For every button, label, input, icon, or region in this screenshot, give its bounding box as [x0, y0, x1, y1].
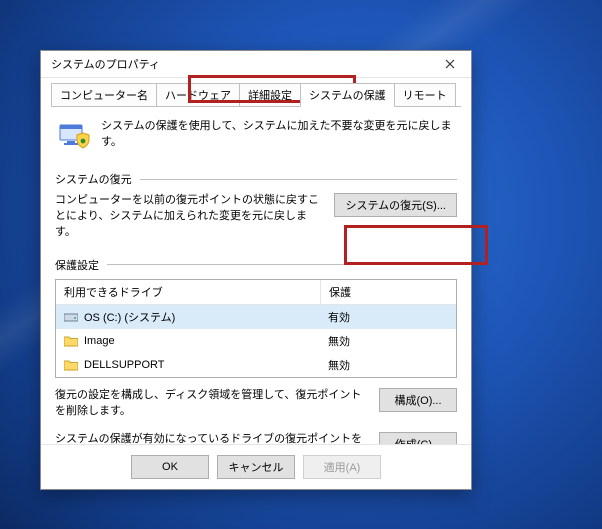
drive-status: 有効	[320, 307, 488, 327]
disk-icon	[64, 311, 78, 323]
dialog-buttons: OK キャンセル 適用(A)	[41, 444, 471, 489]
tab-advanced[interactable]: 詳細設定	[239, 83, 301, 107]
drive-status: 無効	[320, 331, 488, 351]
restore-heading: システムの復元	[55, 171, 132, 187]
protection-heading: 保護設定	[55, 257, 99, 273]
tab-computer-name[interactable]: コンピューター名	[51, 83, 157, 107]
apply-button: 適用(A)	[303, 455, 381, 479]
drive-name: Image	[84, 335, 115, 347]
system-restore-button[interactable]: システムの復元(S)...	[334, 193, 457, 217]
col-drive: 利用できるドライブ	[56, 280, 321, 304]
col-protection: 保護	[321, 280, 489, 304]
close-icon	[445, 59, 455, 69]
intro-row: システムの保護を使用して、システムに加えた不要な変更を元に戻します。	[55, 115, 457, 167]
tab-remote[interactable]: リモート	[394, 83, 456, 107]
list-row[interactable]: DELLSUPPORT 無効	[56, 353, 456, 377]
drive-status: 無効	[320, 355, 488, 375]
drives-listbox[interactable]: 利用できるドライブ 保護 OS (C:) (システム) 有効	[55, 279, 457, 378]
tab-hardware[interactable]: ハードウェア	[156, 83, 240, 107]
cancel-button[interactable]: キャンセル	[217, 455, 295, 479]
intro-text: システムの保護を使用して、システムに加えた不要な変更を元に戻します。	[101, 119, 455, 153]
close-button[interactable]	[435, 54, 465, 74]
tabbar: コンピューター名 ハードウェア 詳細設定 システムの保護 リモート	[51, 84, 461, 107]
folder-icon	[64, 335, 78, 347]
restore-desc: コンピューターを以前の復元ポイントの状態に戻すことにより、システムに加えられた変…	[55, 193, 324, 241]
folder-icon	[64, 359, 78, 371]
ok-button[interactable]: OK	[131, 455, 209, 479]
configure-desc: 復元の設定を構成し、ディスク領域を管理して、復元ポイントを削除します。	[55, 388, 369, 420]
list-row[interactable]: Image 無効	[56, 329, 456, 353]
protection-settings-group: 保護設定 利用できるドライブ 保護 OS (C:) (システム)	[55, 257, 457, 464]
system-restore-group: システムの復元 コンピューターを以前の復元ポイントの状態に戻すことにより、システ…	[55, 171, 457, 241]
drive-name: OS (C:) (システム)	[84, 309, 175, 325]
system-properties-dialog: システムのプロパティ コンピューター名 ハードウェア 詳細設定 システムの保護 …	[40, 50, 472, 490]
desktop-background: システムのプロパティ コンピューター名 ハードウェア 詳細設定 システムの保護 …	[0, 0, 602, 529]
configure-button[interactable]: 構成(O)...	[379, 388, 457, 412]
list-header: 利用できるドライブ 保護	[56, 280, 456, 305]
tab-pane: システムの保護を使用して、システムに加えた不要な変更を元に戻します。 システムの…	[41, 107, 471, 480]
dialog-title: システムのプロパティ	[51, 56, 160, 72]
shield-monitor-icon	[57, 119, 91, 153]
list-row[interactable]: OS (C:) (システム) 有効	[56, 305, 456, 329]
tab-system-protection[interactable]: システムの保護	[300, 83, 395, 107]
titlebar: システムのプロパティ	[41, 51, 471, 78]
drive-name: DELLSUPPORT	[84, 359, 165, 371]
